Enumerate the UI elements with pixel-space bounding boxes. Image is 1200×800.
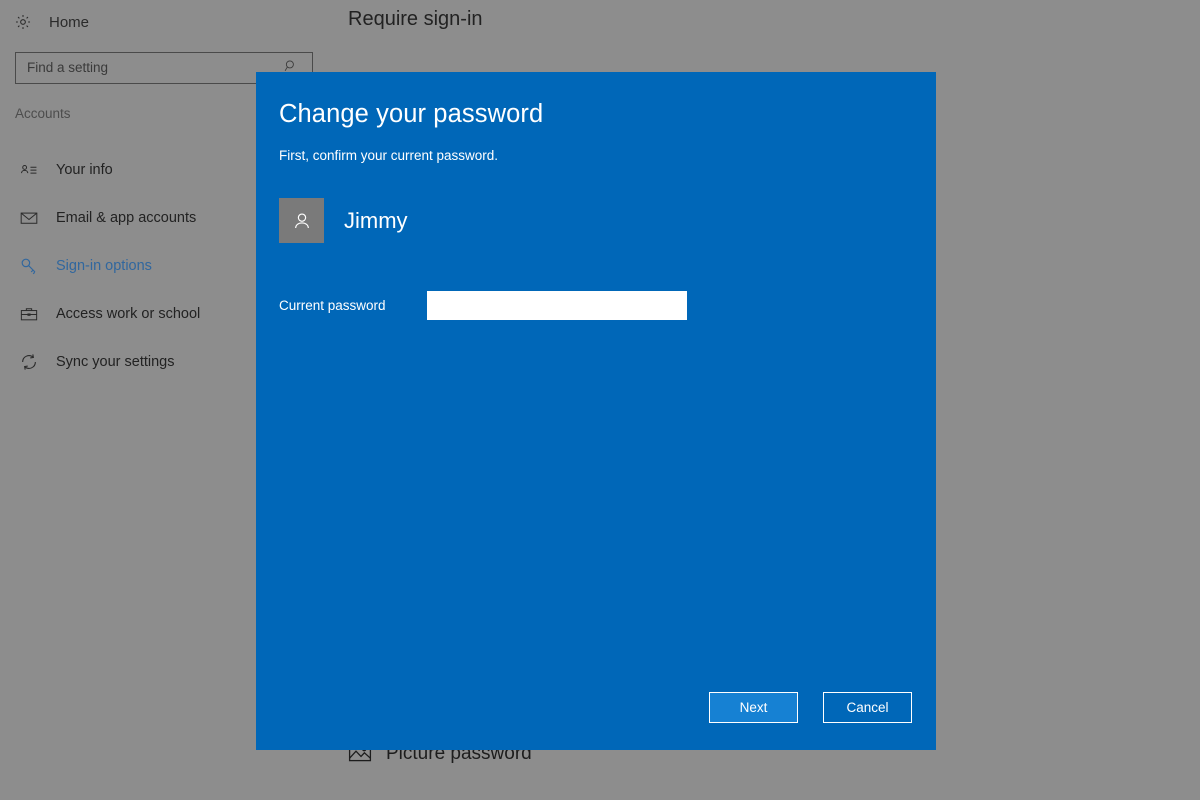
current-password-input[interactable]: [427, 291, 687, 320]
sidebar-item-label: Sign-in options: [56, 257, 152, 274]
sidebar-item-label: Your info: [56, 161, 113, 178]
contact-card-icon: [18, 159, 40, 181]
current-password-label: Current password: [279, 297, 386, 313]
dialog-title: Change your password: [279, 100, 544, 128]
briefcase-icon: [18, 303, 40, 325]
sidebar-item-label: Access work or school: [56, 305, 201, 322]
home-label: Home: [49, 13, 90, 31]
account-summary: Jimmy: [279, 198, 936, 243]
page-title: Require sign-in: [348, 8, 483, 30]
key-icon: [18, 255, 40, 277]
next-button[interactable]: Next: [709, 692, 798, 723]
sidebar-section-title: Accounts: [15, 106, 71, 121]
avatar: [279, 198, 324, 243]
sidebar-item-label: Email & app accounts: [56, 209, 197, 226]
account-name: Jimmy: [344, 207, 408, 233]
change-password-dialog: Change your password First, confirm your…: [256, 72, 936, 750]
current-password-row: Current password: [279, 291, 936, 320]
dialog-subtitle: First, confirm your current password.: [279, 147, 499, 163]
gear-icon: [14, 13, 32, 31]
sidebar-item-label: Sync your settings: [56, 353, 175, 370]
sync-icon: [18, 351, 40, 373]
cancel-button[interactable]: Cancel: [823, 692, 912, 723]
search-input-value: Find a setting: [27, 60, 109, 76]
dialog-action-bar: Next Cancel: [709, 692, 912, 723]
home-nav-button[interactable]: Home: [14, 8, 89, 36]
envelope-icon: [18, 207, 40, 229]
